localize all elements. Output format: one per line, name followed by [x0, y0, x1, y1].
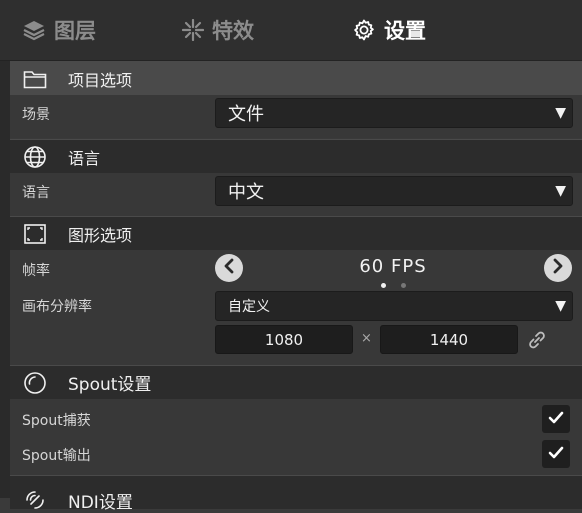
framerate-label: 帧率 [22, 263, 50, 279]
scene-label: 场景 [22, 107, 50, 123]
times-sign: × [361, 331, 372, 346]
checkmark-icon [548, 410, 564, 429]
tab-label: 设置 [384, 19, 426, 43]
framerate-prev-button[interactable] [215, 254, 243, 282]
tab-settings[interactable]: 设置 [352, 0, 426, 60]
spout-capture-checkbox[interactable] [542, 405, 570, 433]
left-gutter [0, 61, 10, 498]
framerate-page-dot-active [381, 283, 386, 288]
globe-icon [22, 144, 48, 170]
checkmark-icon [548, 445, 564, 464]
tab-label: 特效 [212, 19, 254, 43]
section-project-options[interactable]: 项目选项 [10, 61, 582, 95]
link-aspect-icon[interactable] [526, 330, 548, 354]
scene-value: 文件 [228, 104, 264, 125]
tab-layers[interactable]: 图层 [22, 0, 96, 60]
section-language[interactable]: 语言 [10, 139, 582, 173]
resolution-value: 自定义 [228, 299, 270, 315]
chevron-left-icon [222, 258, 236, 278]
spout-capture-label: Spout捕获 [22, 413, 91, 429]
dropdown-arrow-icon: ▼ [555, 105, 566, 121]
section-title: 语言 [68, 148, 101, 168]
section-ndi-settings[interactable]: NDI设置 [10, 475, 582, 513]
language-value: 中文 [228, 182, 264, 203]
framerate-value: 60 FPS [359, 256, 427, 277]
tab-label: 图层 [54, 19, 96, 43]
framerate-page-dot [401, 283, 406, 288]
sparkle-icon [182, 19, 204, 41]
section-spout-settings[interactable]: Spout设置 [10, 365, 582, 399]
spout-icon [22, 370, 48, 396]
tab-effects[interactable]: 特效 [182, 0, 254, 60]
language-label: 语言 [22, 185, 50, 201]
spout-output-checkbox[interactable] [542, 440, 570, 468]
spout-output-label: Spout输出 [22, 448, 91, 464]
gear-icon [352, 18, 376, 42]
framerate-next-button[interactable] [544, 254, 572, 282]
screen-frame-icon [22, 221, 48, 247]
section-graphics-options[interactable]: 图形选项 [10, 216, 582, 250]
dropdown-arrow-icon: ▼ [555, 183, 566, 199]
folder-icon [22, 66, 48, 92]
layers-icon [22, 19, 46, 41]
resolution-select[interactable]: 自定义 ▼ [215, 291, 573, 321]
dropdown-arrow-icon: ▼ [555, 298, 566, 314]
ndi-icon [22, 480, 48, 509]
resolution-label: 画布分辨率 [22, 299, 92, 315]
scene-select[interactable]: 文件 ▼ [215, 98, 573, 128]
section-title: Spout设置 [68, 375, 152, 395]
tab-bar: 图层 特效 设置 [0, 0, 582, 61]
height-input[interactable]: 1440 [380, 325, 518, 354]
language-select[interactable]: 中文 ▼ [215, 176, 573, 206]
chevron-right-icon [551, 258, 565, 278]
spout-settings-panel [10, 399, 582, 475]
section-title: 图形选项 [68, 225, 133, 245]
width-input[interactable]: 1080 [215, 325, 353, 354]
section-title: NDI设置 [68, 493, 133, 513]
section-title: 项目选项 [68, 70, 133, 90]
